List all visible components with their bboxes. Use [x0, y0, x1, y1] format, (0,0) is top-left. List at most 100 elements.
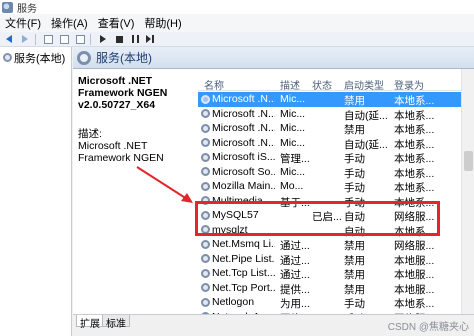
service-name-text: Microsoft .N... [212, 107, 275, 120]
service-gear-icon [201, 138, 210, 147]
service-row[interactable]: Microsoft .N... Mic... 自动(延... 本地系... [198, 107, 474, 122]
service-name: Net.Tcp List... [201, 267, 275, 279]
service-list: 名称 描述 状态 启动类型 登录为 Microsoft .N... Mic... 禁… [198, 69, 474, 314]
show-hide-tree-button[interactable] [41, 33, 55, 46]
tree-pane: 服务(本地) [0, 47, 72, 336]
menu-bar: 文件(F) 操作(A) 查看(V) 帮助(H) [0, 14, 474, 32]
service-gear-icon [201, 283, 210, 292]
service-row[interactable]: Multimedia ... 基于... 手动 本地系... [198, 194, 474, 209]
tree-item-services-local[interactable]: 服务(本地) [0, 50, 71, 65]
service-row[interactable]: Microsoft .N... Mic... 禁用 本地系... [198, 121, 474, 136]
service-description: Mic... [280, 107, 306, 120]
stop-service-button[interactable] [112, 33, 126, 46]
play-icon [100, 35, 106, 43]
service-gear-icon [201, 167, 210, 176]
service-row[interactable]: Microsoft .N... Mic... 禁用 本地系... [198, 92, 474, 107]
pause-service-button[interactable] [128, 33, 142, 46]
restart-icon [146, 35, 156, 43]
back-button[interactable] [2, 33, 16, 46]
service-row[interactable]: Mozilla Main... Mo... 手动 本地系... [198, 179, 474, 194]
service-row[interactable]: mysqlzt 自动 本地系... [198, 223, 474, 238]
tab-standard[interactable]: 标准 [102, 315, 130, 330]
service-gear-icon [201, 268, 210, 278]
menu-file[interactable]: 文件(F) [0, 15, 46, 31]
toolbar-separator [35, 33, 36, 45]
service-name-text: Net.Tcp List... [212, 267, 275, 279]
service-description: Mic... [280, 136, 306, 149]
service-name: Microsoft iS... [201, 151, 275, 163]
gear-icon [3, 53, 12, 62]
help-icon [75, 34, 85, 44]
start-service-button[interactable] [96, 33, 110, 46]
menu-action[interactable]: 操作(A) [46, 15, 93, 31]
gear-icon [77, 50, 91, 65]
service-name-text: Netlogon [212, 296, 255, 308]
service-name-text: Microsoft .N... [212, 136, 275, 149]
toolbar-separator [90, 33, 91, 45]
service-row[interactable]: Microsoft .N... Mic... 自动(延... 本地系... [198, 136, 474, 151]
service-name: Multimedia ... [201, 195, 275, 207]
service-name: Netlogon [201, 296, 275, 308]
service-name-text: mysqlzt [212, 223, 248, 236]
service-name-text: Net.Tcp Port... [212, 281, 275, 294]
vertical-scrollbar[interactable] [461, 69, 474, 314]
column-header-startup-type[interactable]: 启动类型 [344, 77, 384, 92]
column-header-row: 名称 描述 状态 启动类型 登录为 [198, 75, 474, 92]
service-gear-icon [201, 196, 210, 205]
panel-title: 服务(本地) [96, 51, 152, 65]
help-button[interactable] [73, 33, 87, 46]
service-description: Mic... [280, 165, 306, 178]
service-name-text: Net.Pipe List... [212, 252, 275, 265]
panel-header: 服务(本地) [73, 47, 474, 69]
tree-pane-icon [43, 34, 53, 44]
service-name-text: Mozilla Main... [212, 180, 275, 192]
service-row[interactable]: Net.Pipe List... 通过... 禁用 本地服... [198, 252, 474, 267]
service-gear-icon [201, 239, 210, 249]
service-gear-icon [201, 109, 210, 118]
service-name: mysqlzt [201, 224, 275, 236]
service-name: Net.Pipe List... [201, 253, 275, 265]
service-name: Net.Tcp Port... [201, 282, 275, 294]
service-name-text: Net.Msmq Li... [212, 238, 275, 250]
restart-service-button[interactable] [144, 33, 158, 46]
service-name-text: Microsoft iS... [212, 151, 275, 163]
menu-help[interactable]: 帮助(H) [139, 15, 186, 31]
service-name: Microsoft .N... [201, 93, 275, 105]
column-header-logon-as[interactable]: 登录为 [394, 77, 424, 92]
pause-icon [131, 35, 139, 43]
tab-extended[interactable]: 扩展 [76, 315, 104, 330]
scrollbar-thumb[interactable] [464, 151, 473, 171]
tree-item-label: 服务(本地) [14, 52, 66, 65]
menu-view[interactable]: 查看(V) [93, 15, 140, 31]
column-header-description[interactable]: 描述 [280, 77, 300, 92]
column-header-name[interactable]: 名称 [204, 77, 224, 92]
column-header-status[interactable]: 状态 [312, 77, 332, 92]
service-name: Microsoft .N... [201, 137, 275, 149]
service-gear-icon [201, 210, 210, 220]
service-name: Microsoft So... [201, 166, 275, 178]
console-icon [59, 34, 69, 44]
window-title: 服务 [17, 3, 37, 15]
console-button[interactable] [57, 33, 71, 46]
service-row[interactable]: MySQL57 已启... 自动 网络服... [198, 208, 474, 223]
forward-arrow-icon [22, 35, 28, 43]
service-name: Microsoft .N... [201, 122, 275, 134]
service-name-text: Multimedia ... [212, 194, 275, 207]
service-name: MySQL57 [201, 209, 275, 221]
service-row[interactable]: Microsoft iS... 管理... 手动 本地系... [198, 150, 474, 165]
service-name: Microsoft .N... [201, 108, 275, 120]
service-name-text: Microsoft .N... [212, 93, 275, 105]
service-row[interactable]: Net.Tcp Port... 提供... 禁用 本地服... [198, 281, 474, 296]
service-description: Mo... [280, 180, 304, 192]
toolbar [0, 32, 474, 47]
service-row[interactable]: Microsoft So... Mic... 手动 本地系... [198, 165, 474, 180]
service-description: Mic... [280, 122, 306, 134]
service-gear-icon [201, 181, 210, 191]
service-description: Mic... [280, 93, 306, 105]
service-row[interactable]: Net.Msmq Li... 通过... 禁用 网络服... [198, 237, 474, 252]
service-row[interactable]: Net.Tcp List... 通过... 禁用 本地服... [198, 266, 474, 281]
forward-button[interactable] [18, 33, 32, 46]
service-row[interactable]: Netlogon 为用... 手动 本地系... [198, 295, 474, 310]
service-gear-icon [201, 152, 210, 162]
service-gear-icon [201, 297, 210, 307]
